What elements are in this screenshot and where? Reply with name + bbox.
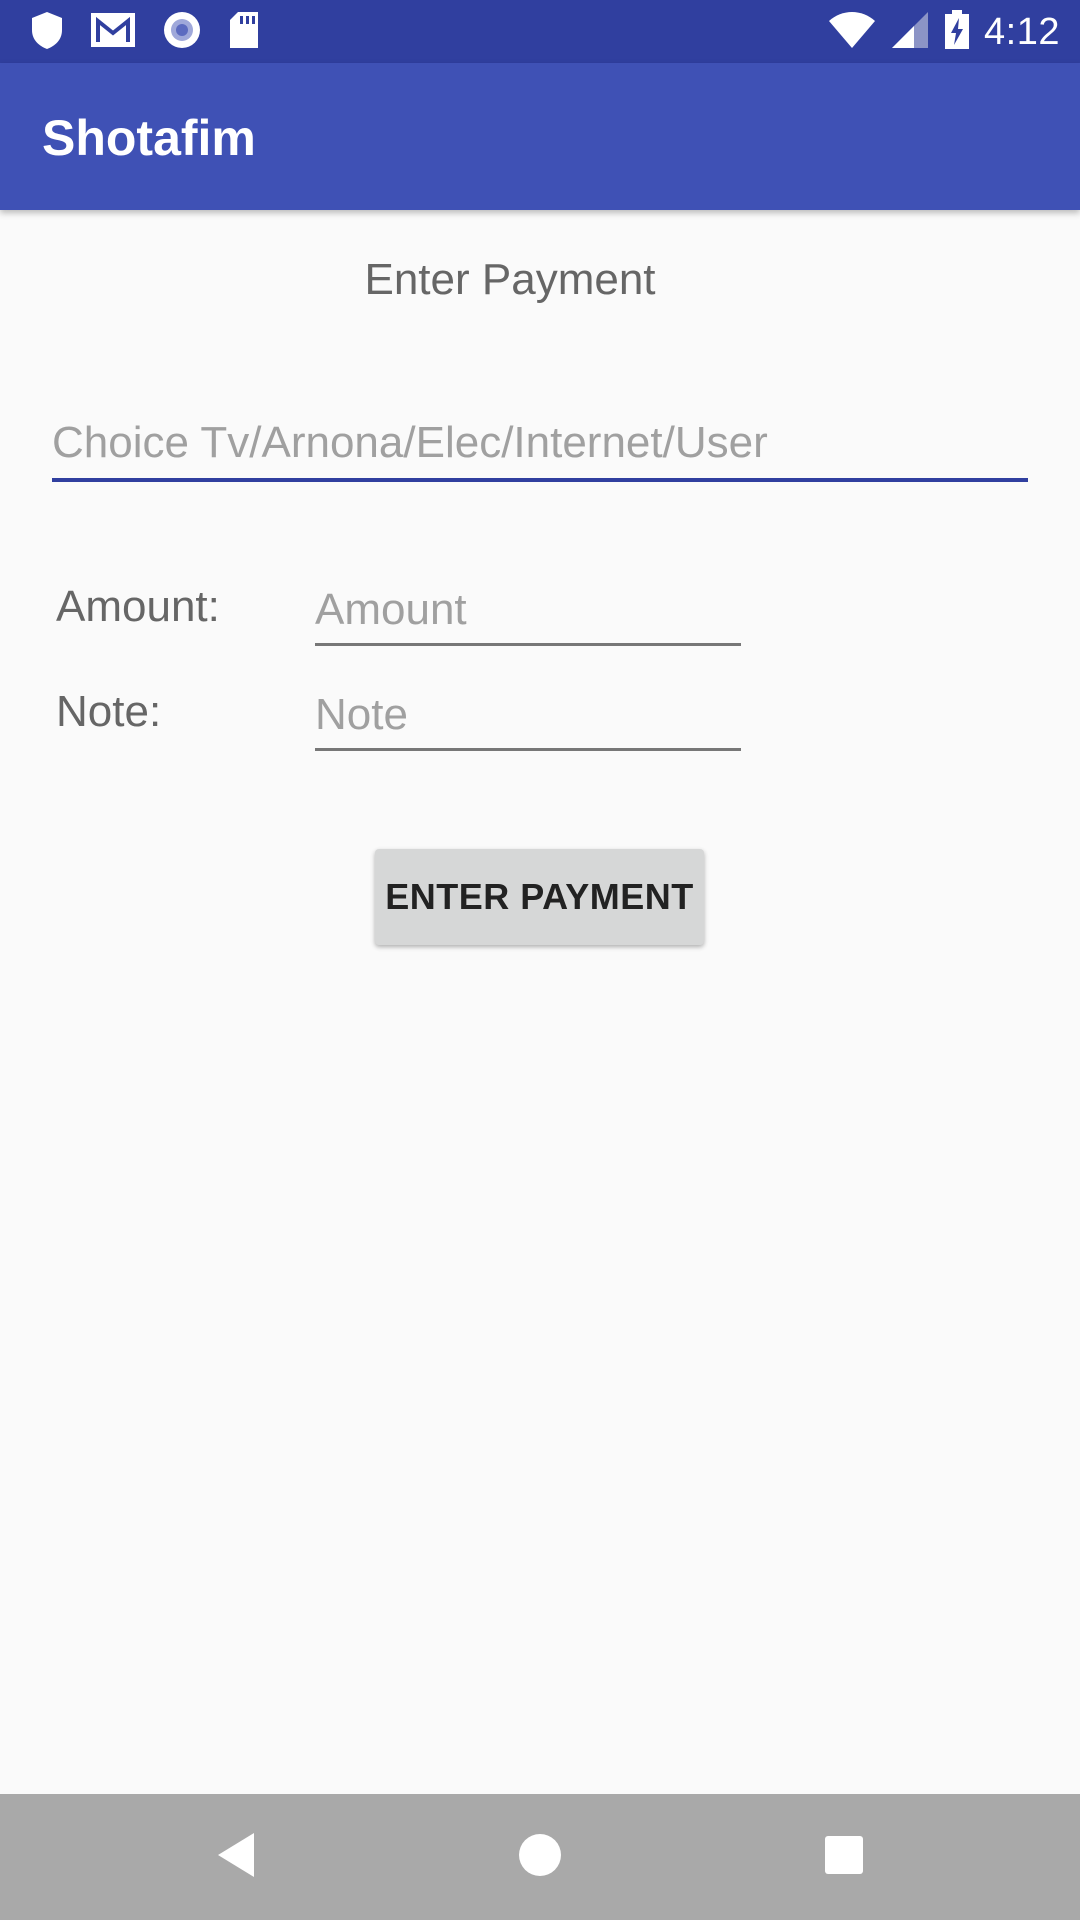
wifi-icon [828, 11, 876, 54]
enter-payment-button[interactable]: ENTER PAYMENT [375, 849, 704, 945]
radio-circle-icon [162, 10, 202, 55]
cell-signal-icon [890, 11, 930, 54]
choice-input[interactable] [52, 408, 1028, 482]
battery-charging-icon [944, 9, 970, 55]
app-bar: Shotafim [0, 63, 1080, 210]
status-bar: 4:12 [0, 0, 1080, 63]
note-input[interactable] [315, 682, 741, 751]
status-icons-right: 4:12 [828, 9, 1060, 55]
app-title: Shotafim [42, 110, 256, 166]
recents-button[interactable] [784, 1794, 904, 1920]
back-button[interactable] [176, 1794, 296, 1920]
home-button[interactable] [480, 1794, 600, 1920]
sd-card-icon [228, 11, 260, 54]
amount-input[interactable] [315, 577, 741, 646]
note-label: Note: [56, 687, 162, 736]
page-heading: Enter Payment [364, 255, 656, 304]
shield-icon [30, 10, 64, 55]
amount-label: Amount: [56, 582, 220, 631]
recents-icon [823, 1834, 865, 1881]
home-icon [517, 1832, 563, 1883]
screen: 4:12 Shotafim Enter Payment Amount: Note… [0, 0, 1080, 1920]
back-icon [214, 1831, 258, 1884]
navigation-bar [0, 1794, 1080, 1920]
status-time: 4:12 [984, 10, 1060, 53]
status-icons-left [30, 10, 260, 55]
gmail-icon [90, 12, 136, 53]
